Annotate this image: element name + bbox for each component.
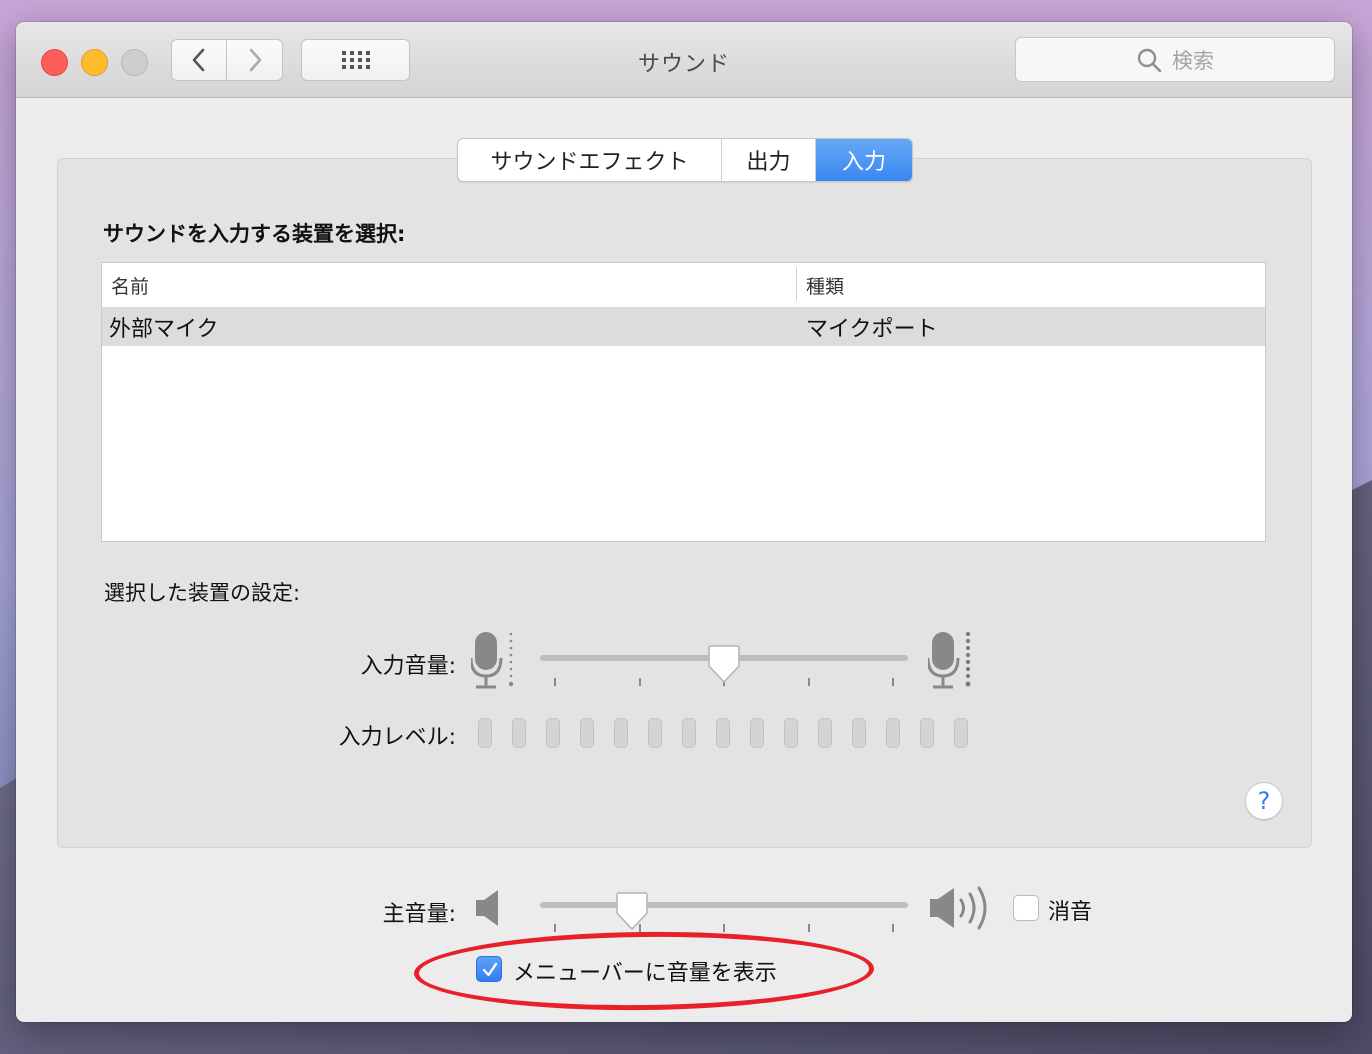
device-section-title: サウンドを入力する装置を選択: bbox=[103, 222, 406, 246]
device-name-cell: 外部マイク bbox=[109, 317, 219, 342]
table-row[interactable]: 外部マイク マイクポート bbox=[102, 308, 1265, 346]
search-placeholder: 検索 bbox=[1172, 48, 1214, 73]
level-segment bbox=[546, 718, 560, 748]
tick-mark bbox=[723, 924, 725, 932]
tab-input[interactable]: 入力 bbox=[816, 139, 912, 181]
level-segment bbox=[478, 718, 492, 748]
speaker-loud-icon bbox=[930, 886, 987, 930]
tick-mark bbox=[808, 678, 810, 686]
tab-output[interactable]: 出力 bbox=[722, 139, 816, 181]
level-segment bbox=[784, 718, 798, 748]
input-device-table[interactable]: 名前 種類 外部マイク マイクポート bbox=[101, 262, 1266, 542]
level-segment bbox=[682, 718, 696, 748]
tick-mark bbox=[892, 678, 894, 686]
level-segment bbox=[852, 718, 866, 748]
title-bar: サウンド 検索 bbox=[16, 22, 1352, 98]
help-button[interactable]: ? bbox=[1245, 782, 1283, 820]
tick-mark bbox=[892, 924, 894, 932]
level-segment bbox=[648, 718, 662, 748]
input-volume-label: 入力音量: bbox=[360, 654, 456, 679]
level-segment bbox=[580, 718, 594, 748]
main-volume-track bbox=[540, 902, 908, 908]
tab-bar: サウンドエフェクト 出力 入力 bbox=[457, 138, 913, 182]
level-segment bbox=[954, 718, 968, 748]
microphone-quiet-icon bbox=[471, 632, 514, 689]
tick-mark bbox=[639, 678, 641, 686]
tick-mark bbox=[808, 924, 810, 932]
level-segment bbox=[614, 718, 628, 748]
main-volume-slider-knob[interactable] bbox=[615, 891, 649, 931]
tick-mark bbox=[554, 678, 556, 686]
input-level-label: 入力レベル: bbox=[338, 725, 456, 750]
level-segment bbox=[750, 718, 764, 748]
highlight-annotation-oval bbox=[413, 929, 875, 1013]
level-segment bbox=[886, 718, 900, 748]
tick-mark bbox=[554, 924, 556, 932]
column-divider bbox=[796, 267, 797, 301]
sound-preferences-window: サウンド 検索 サウンドエフェクト 出力 入力 サウンドを入力する装置を選択: … bbox=[16, 22, 1352, 1022]
level-segment bbox=[818, 718, 832, 748]
main-volume-label: 主音量: bbox=[382, 902, 456, 927]
search-field[interactable]: 検索 bbox=[1015, 37, 1335, 82]
level-segment bbox=[716, 718, 730, 748]
mute-checkbox[interactable] bbox=[1013, 895, 1039, 921]
help-icon: ? bbox=[1257, 787, 1271, 815]
level-segment bbox=[920, 718, 934, 748]
column-header-name[interactable]: 名前 bbox=[111, 263, 149, 307]
mute-label: 消音 bbox=[1048, 900, 1093, 925]
search-icon bbox=[1137, 48, 1162, 72]
table-header: 名前 種類 bbox=[102, 263, 1265, 308]
input-volume-slider-knob[interactable] bbox=[707, 644, 741, 684]
column-header-type[interactable]: 種類 bbox=[806, 263, 844, 307]
tab-sound-effects[interactable]: サウンドエフェクト bbox=[458, 139, 722, 181]
device-settings-title: 選択した装置の設定: bbox=[104, 581, 301, 605]
level-segment bbox=[512, 718, 526, 748]
device-type-cell: マイクポート bbox=[806, 317, 938, 342]
speaker-quiet-icon bbox=[476, 890, 498, 926]
microphone-loud-icon bbox=[928, 632, 971, 689]
